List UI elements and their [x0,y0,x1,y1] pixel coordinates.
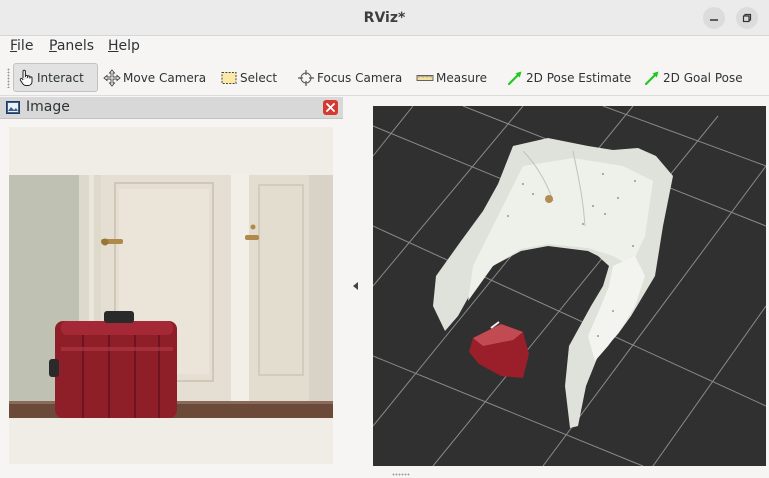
menu-panels[interactable]: Panels [49,38,94,54]
point-cloud [433,138,673,428]
green-arrow-icon [507,71,522,85]
measure-tool-label: Measure [436,70,487,85]
splitter-collapse-arrow[interactable] [350,280,362,292]
menu-file[interactable]: File [10,38,33,54]
move-arrows-icon [103,68,121,87]
focus-camera-tool-label: Focus Camera [317,70,403,85]
crosshair-icon [298,69,314,86]
close-icon [326,103,335,112]
selection-box-icon [221,71,237,84]
pose-estimate-tool-button[interactable]: 2D Pose Estimate [503,63,634,92]
interact-tool-label: Interact [37,70,84,85]
minimize-button[interactable] [703,7,725,29]
move-camera-tool-label: Move Camera [123,70,207,85]
image-panel-header[interactable]: Image [0,97,343,119]
focus-camera-tool-button[interactable]: Focus Camera [294,63,405,92]
menu-help[interactable]: Help [108,38,140,54]
goal-pose-tool-button[interactable]: 2D Goal Pose [640,63,746,92]
menu-bar: File Panels Help [0,36,769,58]
image-display-area [9,127,333,464]
select-tool-button[interactable]: Select [217,63,280,92]
image-panel-close-button[interactable] [323,100,338,115]
window-title: RViz* [363,10,406,26]
bottom-resize-grip[interactable] [392,473,410,476]
3d-render-view[interactable] [373,106,766,466]
point-cloud-scene [373,106,766,466]
camera-image [9,175,333,418]
tool-bar: Interact Move Camera Select Focus Camera… [0,60,769,96]
ruler-icon [416,74,434,81]
select-tool-label: Select [240,70,278,85]
image-panel-icon [6,101,20,114]
toolbar-grip[interactable] [7,68,10,88]
measure-tool-button[interactable]: Measure [413,63,490,92]
green-arrow-icon [644,71,659,85]
image-panel-title: Image [26,99,70,115]
goal-pose-tool-label: 2D Goal Pose [663,70,743,85]
minimize-icon [710,19,718,21]
hand-pointer-icon [19,69,33,86]
interact-tool-button[interactable]: Interact [13,63,98,92]
pose-estimate-tool-label: 2D Pose Estimate [526,70,632,85]
move-camera-tool-button[interactable]: Move Camera [100,63,209,92]
title-bar: RViz* [0,0,769,36]
maximize-button[interactable] [736,7,758,29]
maximize-icon [742,13,752,23]
